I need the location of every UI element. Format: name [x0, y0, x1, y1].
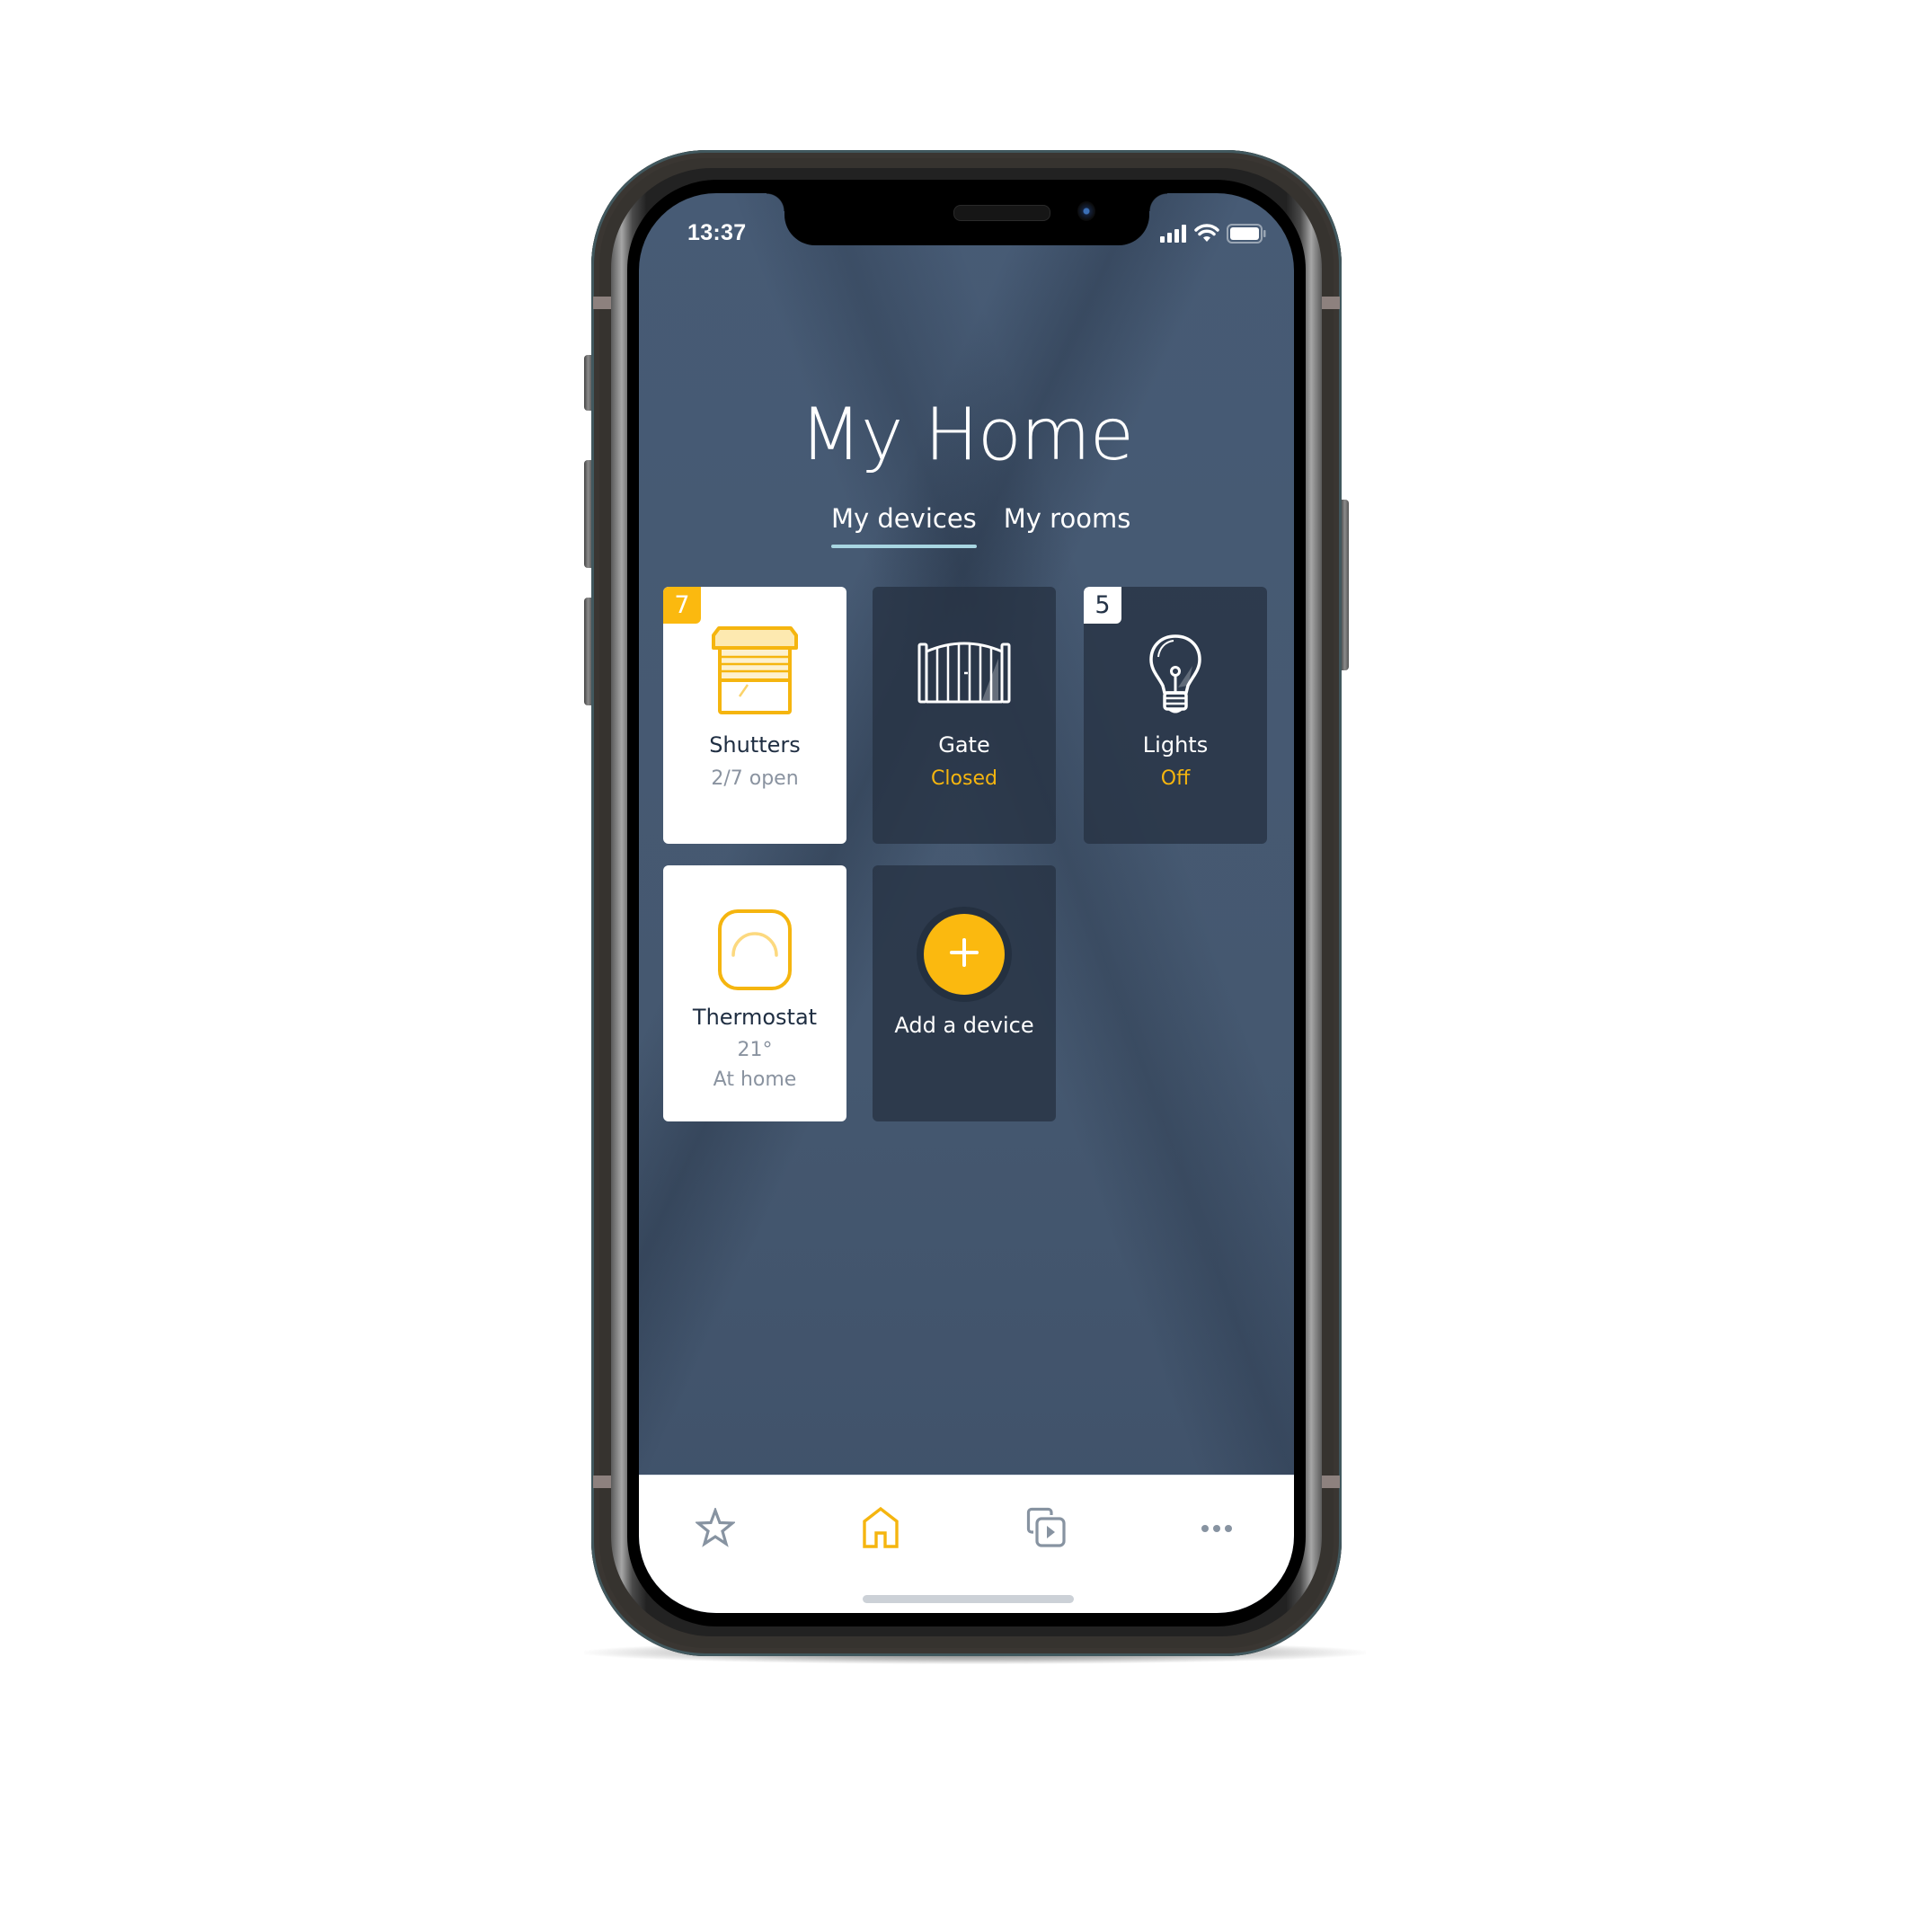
device-card-gate[interactable]: Gate Closed [873, 587, 1056, 844]
nav-scenarios[interactable] [1020, 1502, 1074, 1556]
gate-icon [917, 639, 1011, 710]
phone-screen: 13:37 My Home My devices My rooms 7 Shut… [639, 193, 1294, 1613]
device-name: Gate [938, 732, 990, 758]
plus-icon [949, 937, 979, 972]
add-device-button[interactable] [924, 914, 1005, 995]
media-play-icon [1026, 1507, 1068, 1553]
battery-icon [1227, 223, 1266, 248]
home-indicator[interactable] [863, 1595, 1074, 1603]
device-name: Shutters [709, 732, 801, 758]
antenna-band [593, 297, 611, 309]
nav-more[interactable] [1190, 1502, 1244, 1556]
antenna-band [1322, 1476, 1340, 1488]
notch [767, 193, 1167, 245]
shutter-icon [712, 625, 798, 721]
nav-favorites[interactable] [688, 1502, 742, 1556]
power-button [1341, 500, 1349, 670]
device-status: 21° [737, 1039, 773, 1061]
status-time: 13:37 [687, 220, 747, 245]
nav-home[interactable] [854, 1502, 908, 1556]
device-count-badge: 7 [663, 587, 701, 624]
status-icons [1160, 223, 1266, 248]
add-device-card[interactable]: Add a device [873, 865, 1056, 1121]
device-card-shutters[interactable]: 7 Shutters 2/7 open [663, 587, 846, 844]
device-status-secondary: At home [713, 1068, 797, 1091]
thermostat-icon [717, 908, 793, 996]
device-name: Thermostat [692, 1005, 818, 1030]
home-icon [862, 1506, 900, 1554]
tab-bar: My devices My rooms [831, 503, 1131, 548]
cellular-signal-icon [1160, 224, 1187, 247]
tab-my-devices[interactable]: My devices [831, 503, 977, 548]
front-camera [1077, 201, 1095, 221]
star-icon [694, 1505, 737, 1552]
light-bulb-icon [1148, 634, 1203, 721]
antenna-band [593, 1476, 611, 1488]
earpiece-speaker [953, 205, 1050, 221]
device-card-lights[interactable]: 5 Lights Off [1084, 587, 1267, 844]
tab-my-rooms[interactable]: My rooms [1004, 503, 1131, 546]
bottom-nav [639, 1475, 1294, 1613]
device-status: Closed [931, 767, 997, 790]
device-count-badge: 5 [1084, 587, 1121, 624]
antenna-band [1322, 297, 1340, 309]
page-title: My Home [799, 393, 1134, 476]
add-device-label: Add a device [894, 1013, 1034, 1038]
device-status: Off [1160, 767, 1191, 790]
device-card-thermostat[interactable]: Thermostat 21° At home [663, 865, 846, 1121]
device-status: 2/7 open [711, 767, 799, 790]
wifi-icon [1194, 224, 1219, 247]
device-name: Lights [1142, 732, 1209, 758]
more-dots-icon [1201, 1521, 1233, 1538]
